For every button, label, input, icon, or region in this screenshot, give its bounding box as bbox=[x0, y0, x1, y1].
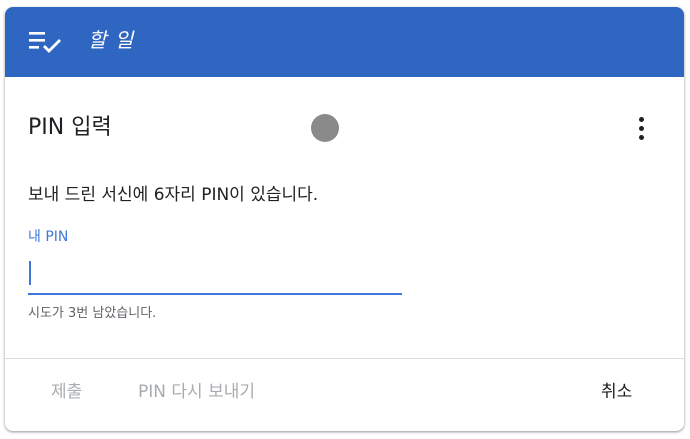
app-bar: 할 일 bbox=[5, 7, 684, 77]
attempts-remaining-text: 시도가 3번 남았습니다. bbox=[28, 306, 157, 321]
actions-divider bbox=[5, 358, 684, 359]
app-title: 할 일 bbox=[88, 28, 135, 52]
pin-instructions: 보내 드린 서신에 6자리 PIN이 있습니다. bbox=[28, 185, 319, 205]
status-dot bbox=[311, 114, 339, 142]
task-list-check-icon bbox=[29, 32, 61, 53]
text-caret bbox=[29, 261, 31, 285]
pin-input[interactable] bbox=[28, 256, 402, 292]
pin-input-underline bbox=[28, 293, 402, 295]
more-vert-icon bbox=[639, 117, 644, 122]
resend-pin-button[interactable]: PIN 다시 보내기 bbox=[138, 379, 255, 405]
pin-dialog-card: 할 일 PIN 입력 보내 드린 서신에 6자리 PIN이 있습니다. 내 PI… bbox=[5, 7, 684, 431]
pin-field-label: 내 PIN bbox=[28, 229, 69, 245]
more-options-button[interactable] bbox=[628, 111, 656, 147]
dialog-title: PIN 입력 bbox=[28, 115, 112, 140]
submit-button[interactable]: 제출 bbox=[51, 379, 82, 405]
cancel-button[interactable]: 취소 bbox=[601, 379, 632, 405]
